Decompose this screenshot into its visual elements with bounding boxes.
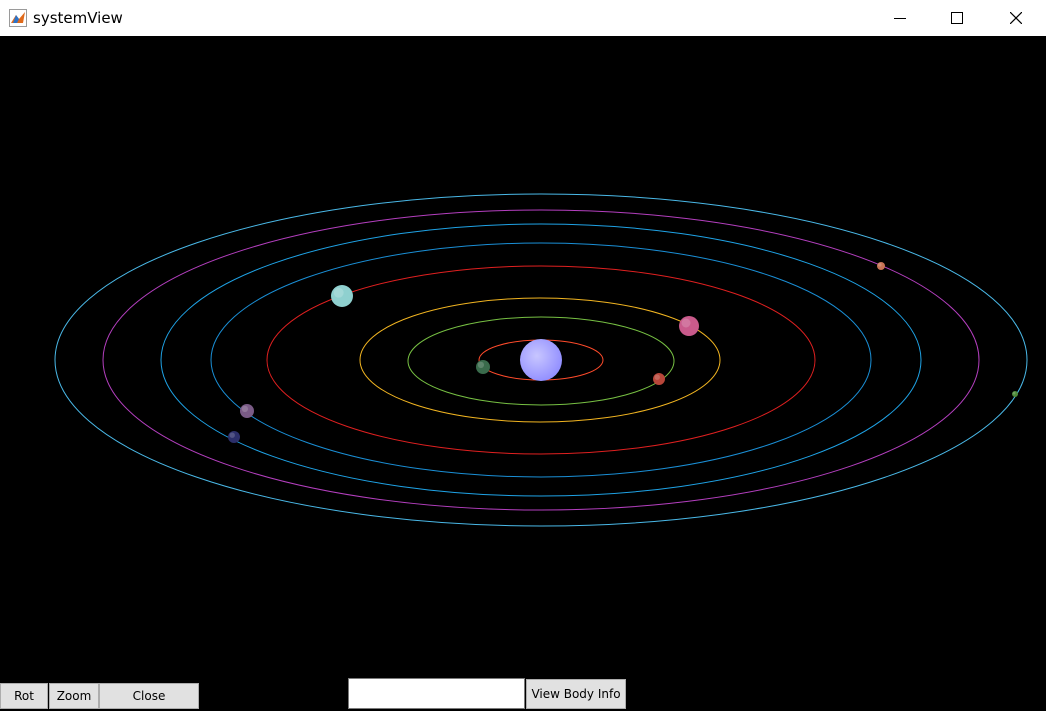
zoom-button[interactable]: Zoom — [49, 683, 99, 709]
minimize-icon — [894, 18, 906, 19]
planet-1-highlight — [477, 361, 485, 369]
solar-system-plot[interactable] — [0, 36, 1046, 679]
planet-8-highlight — [1012, 391, 1016, 395]
planet-2-highlight — [654, 374, 660, 380]
minimize-button[interactable] — [871, 0, 929, 36]
rot-button[interactable]: Rot — [0, 683, 48, 709]
close-button[interactable]: Close — [99, 683, 199, 709]
maximize-button[interactable] — [928, 0, 986, 36]
system-view-canvas[interactable] — [0, 36, 1046, 679]
window-title: systemView — [33, 9, 123, 27]
view-body-info-button[interactable]: View Body Info — [526, 679, 626, 709]
matlab-figure-icon — [9, 9, 27, 27]
maximize-icon — [951, 12, 963, 24]
close-window-button[interactable] — [987, 0, 1045, 36]
planet-5-highlight — [241, 405, 249, 413]
planet-7-highlight — [878, 263, 882, 267]
sun[interactable] — [520, 339, 562, 381]
planet-3-highlight — [681, 318, 691, 328]
close-icon — [1010, 12, 1022, 24]
body-name-input[interactable] — [348, 678, 525, 709]
title-bar: systemView — [0, 0, 1049, 36]
planet-6-highlight — [229, 432, 235, 438]
planet-4-highlight — [333, 287, 344, 298]
